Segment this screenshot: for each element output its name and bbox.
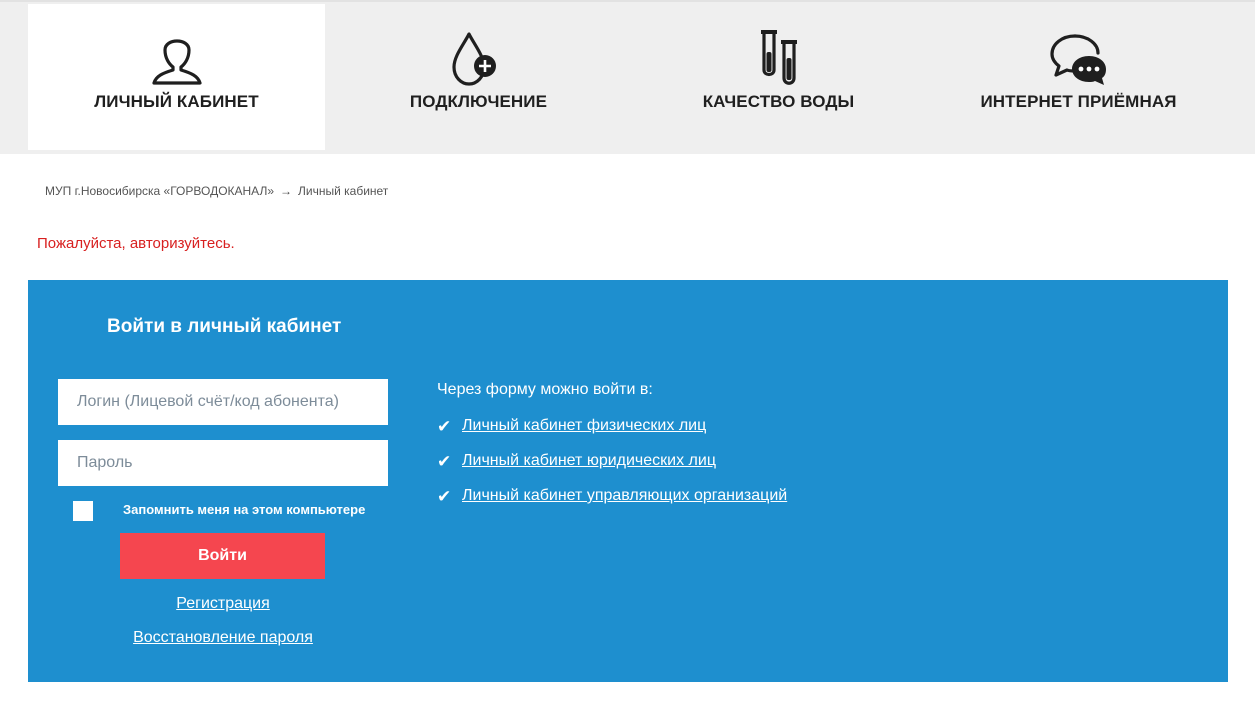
checkmark-icon: ✔ [437, 452, 452, 471]
login-panel: Войти в личный кабинет Запомнить меня на… [28, 280, 1228, 682]
login-button[interactable]: Войти [120, 533, 325, 579]
checkmark-icon: ✔ [437, 417, 452, 436]
test-tubes-icon [759, 28, 799, 86]
breadcrumb-home-link[interactable]: МУП г.Новосибирска «ГОРВОДОКАНАЛ» [45, 184, 274, 198]
nav-item-water-quality[interactable]: Качество воды [630, 4, 927, 150]
checkmark-icon: ✔ [437, 487, 452, 506]
chat-bubbles-icon [1049, 28, 1109, 86]
management-companies-cabinet-link[interactable]: Личный кабинет управляющих организаций [462, 487, 787, 505]
auth-required-message: Пожалуйста, авторизуйтесь. [37, 235, 235, 252]
nav-label: Подключение [409, 92, 548, 111]
login-input[interactable] [58, 379, 388, 425]
nav-label: Интернет приёмная [980, 92, 1177, 111]
legal-entities-cabinet-link[interactable]: Личный кабинет юридических лиц [462, 452, 716, 470]
top-navigation: Личный кабинет Подключение Качество воды [0, 0, 1255, 154]
list-item: ✔ Личный кабинет юридических лиц [437, 452, 787, 487]
breadcrumb-current: Личный кабинет [298, 184, 389, 198]
breadcrumb-separator: → [280, 184, 293, 198]
nav-item-personal-account[interactable]: Личный кабинет [28, 4, 325, 150]
water-drop-plus-icon [451, 28, 507, 86]
remember-me-checkbox[interactable] [73, 501, 93, 521]
breadcrumb: МУП г.Новосибирска «ГОРВОДОКАНАЛ» → Личный… [45, 184, 388, 198]
user-icon [148, 28, 206, 86]
login-title: Войти в личный кабинет [107, 316, 342, 337]
individuals-cabinet-link[interactable]: Личный кабинет физических лиц [462, 417, 706, 435]
remember-me-label: Запомнить меня на этом компьютере [123, 502, 366, 517]
password-input[interactable] [58, 440, 388, 486]
login-options-list: ✔ Личный кабинет физических лиц ✔ Личный… [437, 417, 787, 522]
nav-item-connection[interactable]: Подключение [330, 4, 627, 150]
register-link[interactable]: Регистрация [58, 595, 388, 613]
restore-password-link[interactable]: Восстановление пароля [58, 629, 388, 647]
login-options-title: Через форму можно войти в: [437, 381, 653, 398]
nav-label: Качество воды [702, 92, 855, 111]
nav-label: Личный кабинет [94, 92, 259, 111]
nav-item-internet-reception[interactable]: Интернет приёмная [930, 4, 1227, 150]
list-item: ✔ Личный кабинет управляющих организаций [437, 487, 787, 522]
list-item: ✔ Личный кабинет физических лиц [437, 417, 787, 452]
